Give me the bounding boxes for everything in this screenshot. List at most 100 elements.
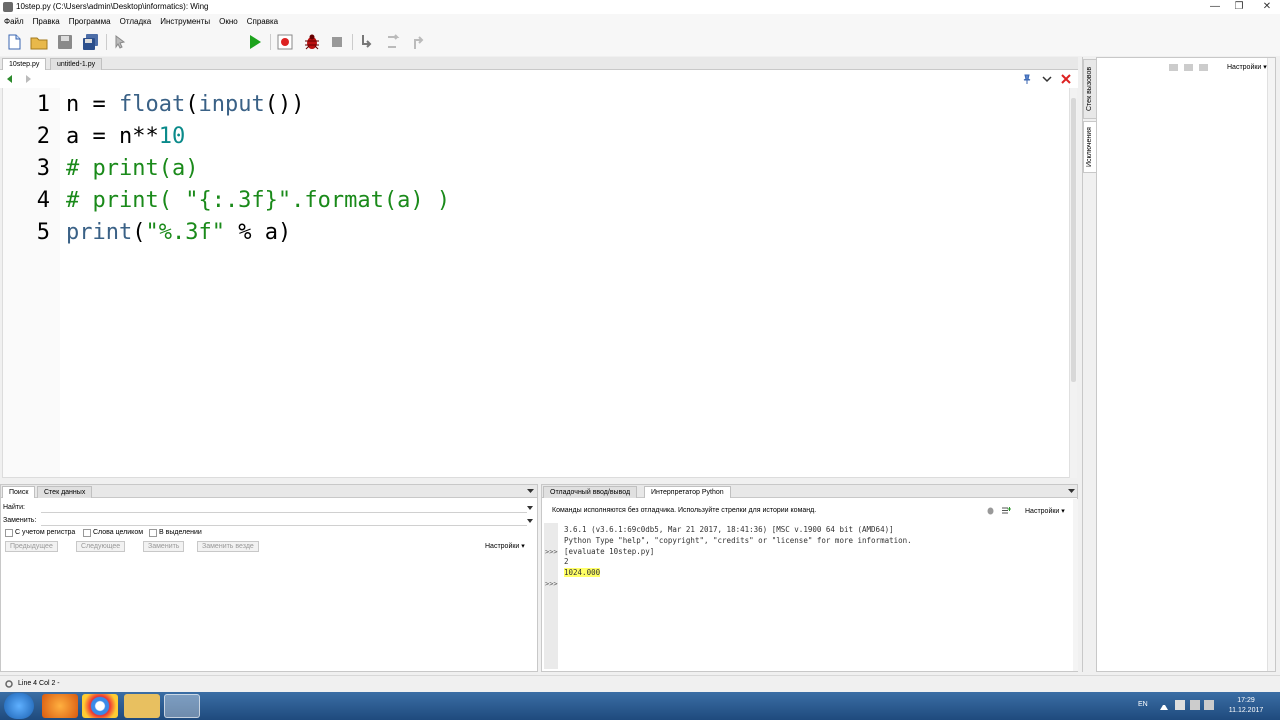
cursor-position: Line 4 Col 2 - (18, 680, 60, 687)
tab-debug-io[interactable]: Отладочный ввод/вывод (543, 486, 638, 498)
menu-debug[interactable]: Отладка (120, 17, 152, 26)
menu-window[interactable]: Окно (219, 17, 238, 26)
search-panel-tabs: Поиск Стек данных (1, 485, 537, 498)
in-selection-checkbox[interactable] (149, 529, 157, 537)
step-into-icon[interactable] (358, 33, 376, 51)
stop-icon[interactable] (328, 33, 346, 51)
chevron-down-icon[interactable] (1068, 488, 1075, 494)
panel-view-icon[interactable] (1184, 64, 1193, 71)
python-shell-panel: Отладочный ввод/вывод Интерпретатор Pyth… (541, 484, 1078, 672)
menu-file[interactable]: Файл (4, 17, 24, 26)
replace-button[interactable]: Заменить (143, 541, 185, 552)
firefox-icon[interactable] (42, 694, 78, 718)
shell-gutter: >>> >>> (544, 523, 558, 669)
chevron-down-icon[interactable] (1042, 74, 1052, 84)
close-window-button[interactable]: ✕ (1256, 0, 1278, 14)
tab-untitled-1-py[interactable]: untitled-1.py (50, 58, 103, 70)
file-explorer-icon[interactable] (124, 694, 160, 718)
gear-icon[interactable] (5, 680, 13, 688)
editor-scroll-thumb[interactable] (1071, 98, 1076, 382)
save-icon[interactable] (56, 33, 74, 51)
minimize-button[interactable]: — (1206, 0, 1224, 14)
tray-network-icon[interactable] (1190, 700, 1200, 710)
shell-line: [evaluate 10step.py] (564, 547, 655, 556)
shell-line: Python Type "help", "copyright", "credit… (564, 536, 912, 545)
wing-ide-taskbar-icon[interactable] (164, 694, 200, 718)
step-over-icon[interactable] (385, 33, 403, 51)
tray-flag-icon[interactable] (1175, 700, 1185, 710)
toolbar-separator (106, 34, 107, 50)
pin-icon[interactable] (1022, 74, 1032, 84)
search-options-menu[interactable]: Настройки ▾ (485, 542, 525, 550)
code-line-comment: # print( "{:.3f}".format(a) ) (66, 188, 451, 213)
panel-view-icon[interactable] (1169, 64, 1178, 71)
tab-exceptions[interactable]: Исключения (1083, 121, 1097, 173)
search-panel: Поиск Стек данных Найти: Заменить: С уче… (0, 484, 538, 672)
start-button[interactable] (4, 693, 34, 719)
tab-python-shell[interactable]: Интерпретатор Python (644, 486, 731, 498)
code-line: n = float(input()) (66, 92, 305, 117)
chrome-icon[interactable] (82, 694, 118, 718)
tab-data-stack[interactable]: Стек данных (37, 486, 93, 498)
shell-scrollbar[interactable] (1073, 499, 1078, 671)
find-previous-button[interactable]: Предыдущее (5, 541, 58, 552)
clock[interactable]: 17:29 11.12.2017 (1218, 696, 1274, 716)
panel-scrollbar[interactable] (1267, 58, 1275, 671)
menu-tools[interactable]: Инструменты (160, 17, 210, 26)
tab-call-stack[interactable]: Стек вызовов (1083, 59, 1097, 119)
editor-scrollbar[interactable] (1069, 88, 1077, 478)
find-input[interactable] (41, 504, 527, 513)
list-add-icon[interactable] (1002, 506, 1011, 515)
chevron-down-icon[interactable] (527, 519, 533, 524)
title-bar: 10step.py (C:\Users\admin\Desktop\inform… (0, 0, 1280, 14)
shell-output-result: 1024.000 (564, 568, 601, 577)
case-sensitive-checkbox[interactable] (5, 529, 13, 537)
menu-help[interactable]: Справка (247, 17, 278, 26)
replace-label: Заменить: (3, 517, 37, 524)
panel-view-icon[interactable] (1199, 64, 1208, 71)
chevron-down-icon[interactable] (527, 488, 534, 494)
save-all-icon[interactable] (82, 33, 100, 51)
menu-edit[interactable]: Правка (33, 17, 60, 26)
shell-prompt: >>> (545, 548, 558, 556)
nav-back-icon[interactable] (6, 75, 14, 83)
bug-icon[interactable] (986, 506, 995, 515)
shell-options-menu[interactable]: Настройки ▾ (1025, 507, 1065, 515)
replace-input[interactable] (41, 517, 527, 526)
record-icon[interactable] (276, 33, 294, 51)
nav-forward-icon[interactable] (24, 75, 32, 83)
shell-prompt: >>> (545, 580, 558, 588)
chevron-down-icon[interactable] (527, 506, 533, 511)
maximize-button[interactable]: ❐ (1230, 0, 1248, 14)
open-folder-icon[interactable] (30, 33, 48, 51)
editor-tab-bar: 10step.py untitled-1.py (0, 57, 1078, 70)
panel-options-menu[interactable]: Настройки ▾ (1227, 63, 1267, 71)
shell-hint: Команды исполняются без отладчика. Испол… (552, 507, 817, 514)
line-number-gutter: 1 2 3 4 5 (3, 88, 60, 477)
tray-expand-icon[interactable] (1160, 702, 1168, 710)
tab-search[interactable]: Поиск (2, 486, 36, 498)
shell-output[interactable]: >>> >>> 3.6.1 (v3.6.1:69c0db5, Mar 21 20… (544, 523, 1072, 669)
close-editor-icon[interactable] (1061, 74, 1071, 84)
menu-program[interactable]: Программа (69, 17, 111, 26)
whole-words-checkbox[interactable] (83, 529, 91, 537)
code-editor[interactable]: 1 2 3 4 5 n = float(input()) a = n**10 #… (2, 88, 1077, 478)
code-line-comment: # print(a) (66, 156, 199, 181)
find-next-button[interactable]: Следующее (76, 541, 126, 552)
exceptions-panel: Настройки ▾ (1096, 57, 1276, 672)
new-file-icon[interactable] (5, 33, 23, 51)
wing-app-icon (3, 2, 13, 12)
tab-10step-py[interactable]: 10step.py (2, 58, 47, 70)
find-label: Найти: (3, 504, 25, 511)
shell-line: 2 (564, 557, 569, 566)
language-indicator[interactable]: EN (1138, 701, 1148, 708)
debug-bug-icon[interactable] (303, 33, 321, 51)
in-selection-label: В выделении (159, 529, 202, 536)
select-icon[interactable] (112, 33, 130, 51)
step-out-icon[interactable] (410, 33, 428, 51)
run-icon[interactable] (246, 33, 264, 51)
shell-line: 3.6.1 (v3.6.1:69c0db5, Mar 21 2017, 18:4… (564, 525, 894, 534)
tray-volume-icon[interactable] (1204, 700, 1214, 710)
replace-all-button[interactable]: Заменить везде (197, 541, 259, 552)
case-sensitive-label: С учетом регистра (15, 529, 76, 536)
